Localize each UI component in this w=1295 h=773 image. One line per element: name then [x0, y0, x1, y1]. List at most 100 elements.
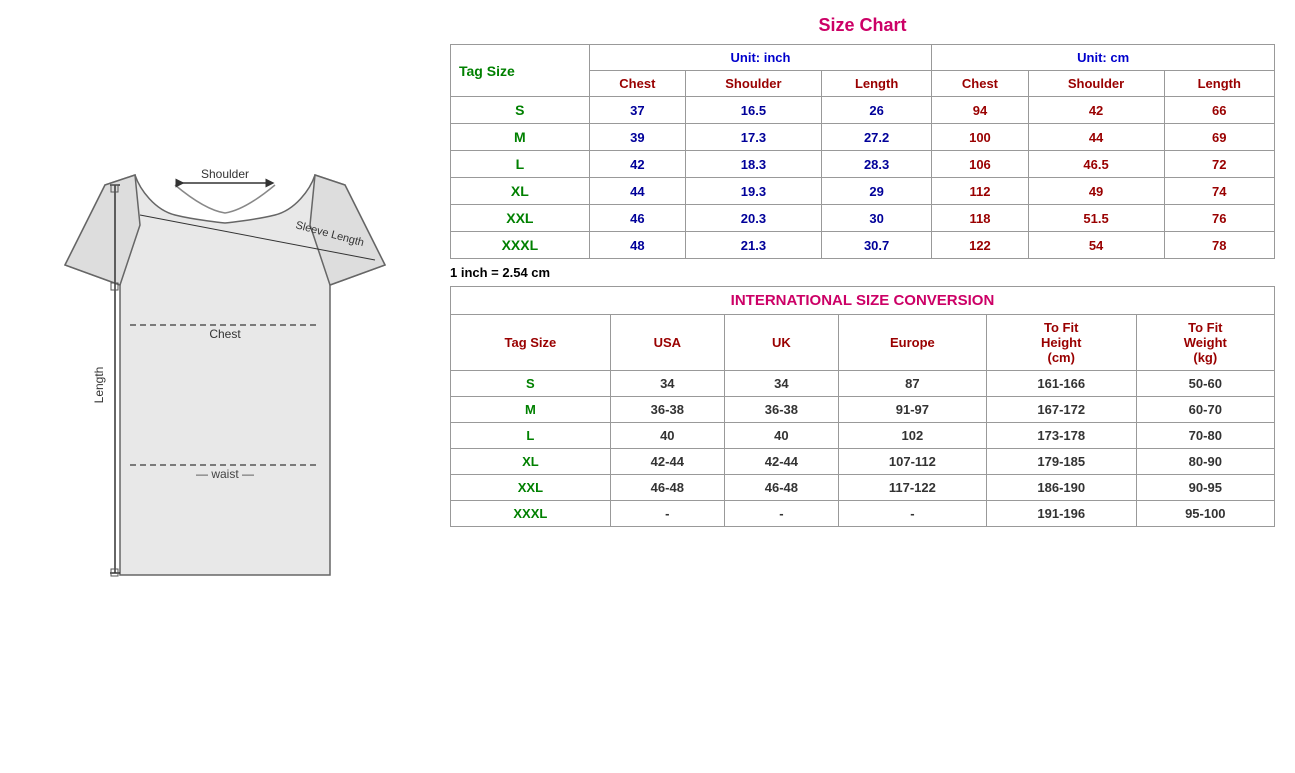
unit-inch-header: Unit: inch [589, 45, 932, 71]
inch-chest-cell: 48 [589, 232, 685, 259]
unit-cm-header: Unit: cm [932, 45, 1275, 71]
intl-weight-cell: 90-95 [1136, 475, 1274, 501]
inch-note: 1 inch = 2.54 cm [450, 259, 1275, 286]
intl-height-cell: 179-185 [986, 449, 1136, 475]
cm-shoulder-cell: 42 [1028, 97, 1164, 124]
intl-europe-cell: 102 [838, 423, 986, 449]
intl-tag-cell: XL [451, 449, 611, 475]
cm-chest-cell: 118 [932, 205, 1028, 232]
size-row: XXL 46 20.3 30 118 51.5 76 [451, 205, 1275, 232]
intl-europe-cell: 107-112 [838, 449, 986, 475]
intl-uk-cell: 34 [724, 371, 838, 397]
intl-usa-cell: 36-38 [610, 397, 724, 423]
cm-length-cell: 72 [1164, 151, 1274, 178]
cm-shoulder-cell: 51.5 [1028, 205, 1164, 232]
inch-chest-cell: 46 [589, 205, 685, 232]
tag-size-cell: L [451, 151, 590, 178]
inch-chest-header: Chest [589, 71, 685, 97]
size-chart-table: Tag Size Unit: inch Unit: cm Chest Shoul… [450, 44, 1275, 259]
intl-usa-cell: 34 [610, 371, 724, 397]
cm-chest-cell: 106 [932, 151, 1028, 178]
inch-shoulder-cell: 19.3 [685, 178, 821, 205]
intl-height-cell: 173-178 [986, 423, 1136, 449]
tag-size-cell: XL [451, 178, 590, 205]
intl-usa-cell: 42-44 [610, 449, 724, 475]
intl-weight-cell: 70-80 [1136, 423, 1274, 449]
svg-text:Shoulder: Shoulder [201, 167, 249, 181]
cm-length-cell: 74 [1164, 178, 1274, 205]
intl-uk-cell: 46-48 [724, 475, 838, 501]
intl-usa-header: USA [610, 315, 724, 371]
inch-chest-cell: 44 [589, 178, 685, 205]
size-row: L 42 18.3 28.3 106 46.5 72 [451, 151, 1275, 178]
intl-row: XXXL - - - 191-196 95-100 [451, 501, 1275, 527]
intl-weight-header: To FitWeight(kg) [1136, 315, 1274, 371]
inch-chest-cell: 39 [589, 124, 685, 151]
intl-row: XL 42-44 42-44 107-112 179-185 80-90 [451, 449, 1275, 475]
size-chart-title: Size Chart [450, 15, 1275, 36]
intl-tag-cell: S [451, 371, 611, 397]
intl-uk-cell: 42-44 [724, 449, 838, 475]
inch-shoulder-cell: 21.3 [685, 232, 821, 259]
intl-uk-cell: 40 [724, 423, 838, 449]
intl-weight-cell: 50-60 [1136, 371, 1274, 397]
inch-shoulder-header: Shoulder [685, 71, 821, 97]
inch-shoulder-cell: 17.3 [685, 124, 821, 151]
intl-height-cell: 161-166 [986, 371, 1136, 397]
tag-size-header: Tag Size [451, 45, 590, 97]
cm-chest-cell: 112 [932, 178, 1028, 205]
cm-chest-cell: 122 [932, 232, 1028, 259]
intl-europe-cell: 87 [838, 371, 986, 397]
tag-size-cell: XXL [451, 205, 590, 232]
intl-europe-header: Europe [838, 315, 986, 371]
cm-length-cell: 78 [1164, 232, 1274, 259]
intl-tag-cell: M [451, 397, 611, 423]
inch-length-header: Length [821, 71, 931, 97]
inch-chest-cell: 37 [589, 97, 685, 124]
intl-row: S 34 34 87 161-166 50-60 [451, 371, 1275, 397]
cm-chest-cell: 100 [932, 124, 1028, 151]
intl-tag-cell: XXXL [451, 501, 611, 527]
size-row: M 39 17.3 27.2 100 44 69 [451, 124, 1275, 151]
cm-length-cell: 69 [1164, 124, 1274, 151]
intl-height-cell: 167-172 [986, 397, 1136, 423]
intl-weight-cell: 80-90 [1136, 449, 1274, 475]
right-panel: Size Chart Tag Size Unit: inch Unit: cm … [440, 10, 1285, 532]
intl-tag-cell: XXL [451, 475, 611, 501]
inch-shoulder-cell: 18.3 [685, 151, 821, 178]
cm-shoulder-header: Shoulder [1028, 71, 1164, 97]
conversion-title: INTERNATIONAL SIZE CONVERSION [451, 287, 1275, 315]
intl-europe-cell: 91-97 [838, 397, 986, 423]
tshirt-diagram: Shoulder Chest — waist — Length Sleeve L… [10, 10, 440, 710]
tshirt-svg: Shoulder Chest — waist — Length Sleeve L… [45, 95, 405, 625]
intl-height-cell: 186-190 [986, 475, 1136, 501]
size-row: XXXL 48 21.3 30.7 122 54 78 [451, 232, 1275, 259]
intl-uk-cell: 36-38 [724, 397, 838, 423]
intl-uk-header: UK [724, 315, 838, 371]
intl-height-header: To FitHeight(cm) [986, 315, 1136, 371]
inch-shoulder-cell: 16.5 [685, 97, 821, 124]
cm-chest-header: Chest [932, 71, 1028, 97]
intl-conversion-table: INTERNATIONAL SIZE CONVERSION Tag Size U… [450, 286, 1275, 527]
intl-row: L 40 40 102 173-178 70-80 [451, 423, 1275, 449]
inch-chest-cell: 42 [589, 151, 685, 178]
size-row: S 37 16.5 26 94 42 66 [451, 97, 1275, 124]
inch-length-cell: 26 [821, 97, 931, 124]
intl-europe-cell: - [838, 501, 986, 527]
intl-weight-cell: 60-70 [1136, 397, 1274, 423]
tag-size-cell: S [451, 97, 590, 124]
tag-size-cell: XXXL [451, 232, 590, 259]
inch-shoulder-cell: 20.3 [685, 205, 821, 232]
cm-chest-cell: 94 [932, 97, 1028, 124]
svg-text:Length: Length [92, 367, 106, 404]
intl-uk-cell: - [724, 501, 838, 527]
intl-weight-cell: 95-100 [1136, 501, 1274, 527]
intl-usa-cell: - [610, 501, 724, 527]
svg-text:Chest: Chest [209, 327, 241, 341]
size-row: XL 44 19.3 29 112 49 74 [451, 178, 1275, 205]
cm-shoulder-cell: 44 [1028, 124, 1164, 151]
tag-size-cell: M [451, 124, 590, 151]
intl-row: M 36-38 36-38 91-97 167-172 60-70 [451, 397, 1275, 423]
inch-length-cell: 28.3 [821, 151, 931, 178]
cm-length-cell: 76 [1164, 205, 1274, 232]
